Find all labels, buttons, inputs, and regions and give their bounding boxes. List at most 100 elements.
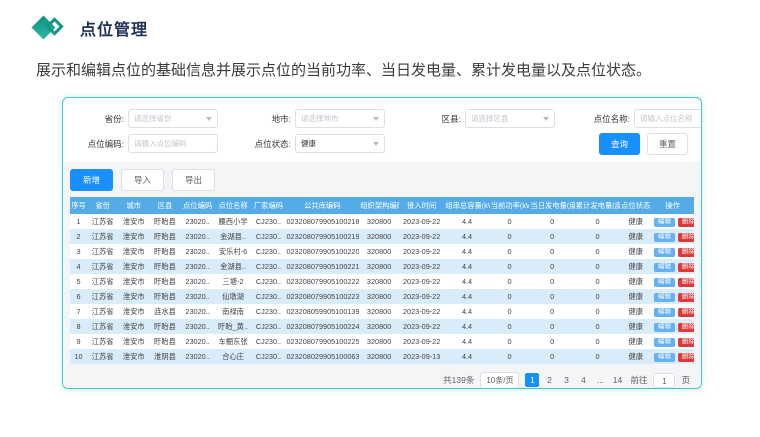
pagination-page-3[interactable]: 3 [559,373,573,387]
city-select[interactable]: 请选择地市 [295,109,385,128]
table-header-cell: 序号 [70,197,87,214]
delete-button[interactable]: 删除 [678,263,694,273]
filter-bar: 省份: 请选择省份 地市: 请选择地市 区县: 请选择区县 [63,98,701,162]
table-cell-public_code: 023208079905100225 [286,334,360,349]
edit-button[interactable]: 编辑 [654,278,675,288]
edit-button[interactable]: 编辑 [654,338,675,348]
delete-button[interactable]: 删除 [678,353,694,363]
pagination-page-2[interactable]: 2 [542,373,556,387]
table-cell-total: 0 [575,349,620,364]
edit-button[interactable]: 编辑 [654,263,675,273]
table-cell-daily: 0 [529,244,574,259]
table-cell-seq: 1 [70,214,87,229]
table-header-cell: 当日发电量(度) [529,197,574,214]
table-cell-province: 江苏省 [87,319,118,334]
table-cell-city: 淮安市 [118,349,149,364]
table-cell-district: 淮阴县 [149,349,180,364]
edit-button[interactable]: 编辑 [654,308,675,318]
search-button[interactable]: 查询 [599,133,640,155]
delete-button[interactable]: 删除 [678,278,694,288]
table-cell-public_code: 023208079905100220 [286,244,360,259]
points-table: 序号省份城市区县点位编码点位名称厂家编码公共库编码组织架构编码接入时间组串总容量… [70,197,694,364]
edit-button[interactable]: 编辑 [654,248,675,258]
table-cell-point_code: 23020.. [181,274,215,289]
pagination-page-14[interactable]: 14 [610,373,624,387]
table-cell-seq: 5 [70,274,87,289]
table-cell-province: 江苏省 [87,214,118,229]
pagination-page-1[interactable]: 1 [525,373,539,387]
table-cell-capacity: 4.4 [444,244,489,259]
delete-button[interactable]: 删除 [678,293,694,303]
edit-button[interactable]: 编辑 [654,323,675,333]
table-cell-total: 0 [575,229,620,244]
table-cell-access_time: 2023-09-22 [399,229,444,244]
table-cell-district: 盱眙县 [149,259,180,274]
delete-button[interactable]: 删除 [678,248,694,258]
table-cell-seq: 2 [70,229,87,244]
delete-button[interactable]: 删除 [678,233,694,243]
edit-button[interactable]: 编辑 [654,218,675,228]
table-cell-seq: 6 [70,289,87,304]
table-cell-vendor_code: CJ230.. [251,289,285,304]
table-cell-point_name: 南禄南 [215,304,252,319]
point-code-label: 点位编码: [70,138,128,150]
add-button[interactable]: 新增 [70,169,113,191]
point-status-select[interactable]: 健康 [295,134,385,153]
pagination-total: 共139条 [443,374,474,386]
table-row: 8江苏省淮安市盱眙县23020..盱眙_黄..CJ230..0232080799… [70,319,694,334]
table-cell-capacity: 4.4 [444,259,489,274]
edit-button[interactable]: 编辑 [654,233,675,243]
delete-button[interactable]: 删除 [678,323,694,333]
table-cell-province: 江苏省 [87,229,118,244]
province-select[interactable]: 请选择省份 [128,109,218,128]
point-name-input[interactable]: 请输入点位名称 [634,109,702,128]
table-cell-point_code: 23020.. [181,229,215,244]
table-cell-access_time: 2023-09-22 [399,304,444,319]
table-cell-status: 健康 [620,259,651,274]
table-cell-district: 盱眙县 [149,244,180,259]
point-code-input[interactable]: 请输入点位编码 [128,134,218,153]
table-cell-status: 健康 [620,244,651,259]
table-cell-daily: 0 [529,349,574,364]
province-placeholder: 请选择省份 [134,113,172,124]
table-cell-total: 0 [575,304,620,319]
table-cell-point_code: 23020.. [181,349,215,364]
table-cell-point_code: 23020.. [181,214,215,229]
table-cell-point_name: 仙墩湖 [215,289,252,304]
delete-button[interactable]: 删除 [678,338,694,348]
table-cell-access_time: 2023-09-22 [399,289,444,304]
chevron-down-icon [543,117,549,121]
table-cell-power: 0 [490,334,530,349]
export-button[interactable]: 导出 [172,169,215,191]
delete-button[interactable]: 删除 [678,218,694,228]
goto-page-input[interactable]: 1 [653,373,675,388]
table-cell-actions: 编辑删除 [651,274,694,289]
table-cell-province: 江苏省 [87,289,118,304]
table-cell-power: 0 [490,304,530,319]
table-cell-status: 健康 [620,214,651,229]
edit-button[interactable]: 编辑 [654,293,675,303]
page-size-select[interactable]: 10条/页 [480,372,519,389]
table-cell-actions: 编辑删除 [651,349,694,364]
table-cell-city: 淮安市 [118,319,149,334]
table-cell-vendor_code: CJ230.. [251,349,285,364]
table-cell-access_time: 2023-09-22 [399,319,444,334]
table-cell-org_code: 320800 [359,214,399,229]
edit-button[interactable]: 编辑 [654,353,675,363]
table-row: 3江苏省淮安市盱眙县23020..安乐村-6CJ230..02320807990… [70,244,694,259]
pagination-page-4[interactable]: 4 [576,373,590,387]
table-cell-point_code: 23020.. [181,259,215,274]
table-cell-vendor_code: CJ230.. [251,319,285,334]
chevron-down-icon [373,142,379,146]
reset-button[interactable]: 重置 [647,133,688,155]
table-cell-access_time: 2023-09-22 [399,334,444,349]
district-select[interactable]: 请选择区县 [465,109,555,128]
delete-button[interactable]: 删除 [678,308,694,318]
table-header-cell: 点位状态 [620,197,651,214]
table-cell-city: 淮安市 [118,214,149,229]
table-cell-vendor_code: CJ230.. [251,229,285,244]
table-cell-capacity: 4.4 [444,229,489,244]
import-button[interactable]: 导入 [121,169,164,191]
table-cell-district: 盱眙县 [149,289,180,304]
table-cell-district: 盱眙县 [149,214,180,229]
